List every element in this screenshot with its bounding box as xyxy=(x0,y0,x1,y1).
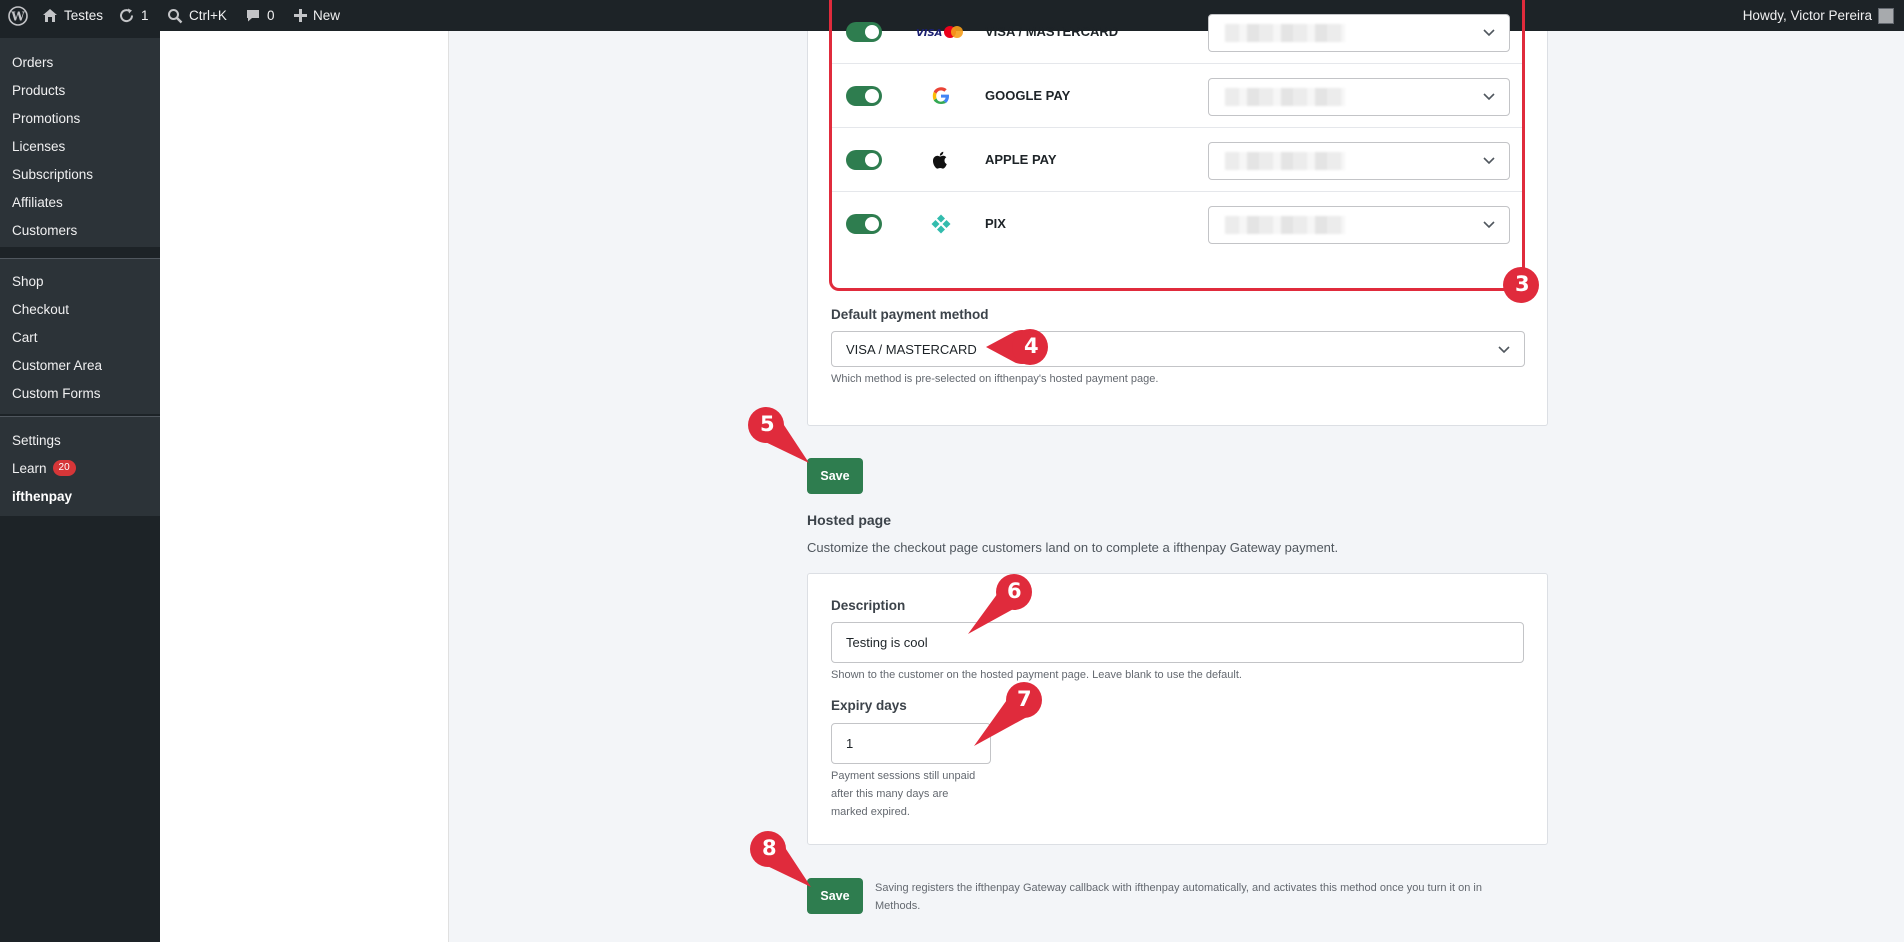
annotation-callout-4: 4 xyxy=(982,327,1052,367)
pix-icon xyxy=(916,212,966,236)
redacted-value xyxy=(1225,216,1345,234)
site-name: Testes xyxy=(64,8,104,23)
annotation-callout-3: 3 xyxy=(1502,266,1540,304)
method-toggle[interactable] xyxy=(846,150,882,170)
avatar xyxy=(1878,7,1894,24)
settings-nav-panel xyxy=(160,31,449,942)
method-toggle[interactable] xyxy=(846,214,882,234)
sidebar-item-orders[interactable]: Orders xyxy=(0,48,160,76)
sidebar-item-licenses[interactable]: Licenses xyxy=(0,132,160,160)
sidebar-item-cart[interactable]: Cart xyxy=(0,323,160,351)
save-note: Saving registers the ifthenpay Gateway c… xyxy=(875,879,1555,915)
method-name: PIX xyxy=(985,216,1006,231)
wordpress-logo-icon[interactable]: W xyxy=(8,0,28,31)
search-shortcut: Ctrl+K xyxy=(189,8,227,23)
method-account-select[interactable] xyxy=(1208,206,1510,244)
default-method-value: VISA / MASTERCARD xyxy=(846,341,977,357)
apple-icon xyxy=(916,148,966,172)
sidebar-group-shop: Shop Checkout Cart Customer Area Custom … xyxy=(0,259,160,414)
sidebar-group-settings: Settings Learn 20 ifthenpay xyxy=(0,417,160,516)
chevron-down-icon xyxy=(1498,346,1510,354)
expiry-days-input[interactable]: 1 xyxy=(831,723,991,764)
hosted-page-description: Customize the checkout page customers la… xyxy=(807,540,1339,555)
method-account-select[interactable] xyxy=(1208,142,1510,180)
expiry-help-line: marked expired. xyxy=(831,806,910,818)
hosted-page-title: Hosted page xyxy=(807,512,892,528)
method-toggle[interactable] xyxy=(846,86,882,106)
visa-mastercard-icon: VISA xyxy=(916,20,966,44)
sidebar-item-promotions[interactable]: Promotions xyxy=(0,104,160,132)
method-name: APPLE PAY xyxy=(985,152,1057,167)
svg-text:VISA: VISA xyxy=(916,28,942,39)
method-toggle[interactable] xyxy=(846,22,882,42)
method-account-select[interactable] xyxy=(1208,78,1510,116)
plus-icon xyxy=(294,9,307,22)
method-row-apple-pay: APPLE PAY xyxy=(832,128,1522,192)
description-input[interactable]: Testing is cool xyxy=(831,622,1524,663)
site-name-link[interactable]: Testes xyxy=(42,0,103,31)
sidebar-item-subscriptions[interactable]: Subscriptions xyxy=(0,160,160,188)
new-content-link[interactable]: New xyxy=(294,0,340,31)
search-icon xyxy=(168,8,183,23)
annotation-callout-8: 8 xyxy=(749,829,819,891)
updates-link[interactable]: 1 xyxy=(118,0,149,31)
greeting: Howdy, Victor Pereira xyxy=(1742,8,1872,23)
sidebar-item-label: Learn xyxy=(12,460,47,476)
description-label: Description xyxy=(831,598,906,613)
default-method-help: Which method is pre-selected on ifthenpa… xyxy=(831,373,1159,385)
method-name: VISA / MASTERCARD xyxy=(985,24,1119,39)
annotation-callout-5: 5 xyxy=(747,405,817,467)
my-account-link[interactable]: Howdy, Victor Pereira xyxy=(1743,0,1894,31)
chevron-down-icon xyxy=(1483,29,1495,37)
annotation-callout-7: 7 xyxy=(970,680,1046,750)
expiry-help-line: Payment sessions still unpaid xyxy=(831,770,976,782)
new-label: New xyxy=(313,8,341,23)
chevron-down-icon xyxy=(1483,157,1495,165)
method-row-google-pay: GOOGLE PAY xyxy=(832,64,1522,128)
admin-sidebar: Orders Products Promotions Licenses Subs… xyxy=(0,31,160,942)
expiry-days-value: 1 xyxy=(846,736,854,751)
command-palette-link[interactable]: Ctrl+K xyxy=(167,0,227,31)
sidebar-item-checkout[interactable]: Checkout xyxy=(0,295,160,323)
refresh-icon xyxy=(120,8,134,23)
learn-count-badge: 20 xyxy=(52,460,76,476)
google-icon xyxy=(916,84,966,108)
sidebar-item-customers[interactable]: Customers xyxy=(0,216,160,244)
sidebar-item-affiliates[interactable]: Affiliates xyxy=(0,188,160,216)
chevron-down-icon xyxy=(1483,93,1495,101)
svg-text:W: W xyxy=(10,9,25,23)
updates-count: 1 xyxy=(141,8,149,23)
payment-methods-list: VISA VISA / MASTERCARD GOOGLE PAY APPLE … xyxy=(829,0,1525,291)
sidebar-item-learn[interactable]: Learn 20 xyxy=(0,454,160,482)
method-row-visa-mastercard: VISA VISA / MASTERCARD xyxy=(832,0,1522,64)
expiry-help-line: after this many days are xyxy=(831,788,949,800)
annotation-callout-6: 6 xyxy=(964,572,1036,638)
method-row-pix: PIX xyxy=(832,192,1522,256)
save-note-line: Methods. xyxy=(875,900,921,912)
sidebar-item-ifthenpay[interactable]: ifthenpay xyxy=(0,482,160,510)
expiry-days-help: Payment sessions still unpaid after this… xyxy=(831,767,975,821)
chevron-down-icon xyxy=(1483,221,1495,229)
sidebar-item-shop[interactable]: Shop xyxy=(0,267,160,295)
redacted-value xyxy=(1225,24,1345,42)
sidebar-item-customer-area[interactable]: Customer Area xyxy=(0,351,160,379)
sidebar-item-settings[interactable]: Settings xyxy=(0,426,160,454)
comments-link[interactable]: 0 xyxy=(245,0,275,31)
sidebar-group-store: Orders Products Promotions Licenses Subs… xyxy=(0,38,160,247)
expiry-days-label: Expiry days xyxy=(831,698,907,713)
method-account-select[interactable] xyxy=(1208,14,1510,52)
redacted-value xyxy=(1225,152,1345,170)
save-note-line: Saving registers the ifthenpay Gateway c… xyxy=(875,882,1482,894)
comments-count: 0 xyxy=(267,8,275,23)
method-name: GOOGLE PAY xyxy=(985,88,1071,103)
default-method-label: Default payment method xyxy=(831,307,989,322)
sidebar-item-custom-forms[interactable]: Custom Forms xyxy=(0,379,160,407)
description-value: Testing is cool xyxy=(846,635,928,650)
sidebar-item-products[interactable]: Products xyxy=(0,76,160,104)
default-method-select[interactable]: VISA / MASTERCARD xyxy=(831,331,1525,367)
redacted-value xyxy=(1225,88,1345,106)
comment-icon xyxy=(247,10,259,22)
home-icon xyxy=(43,9,57,22)
